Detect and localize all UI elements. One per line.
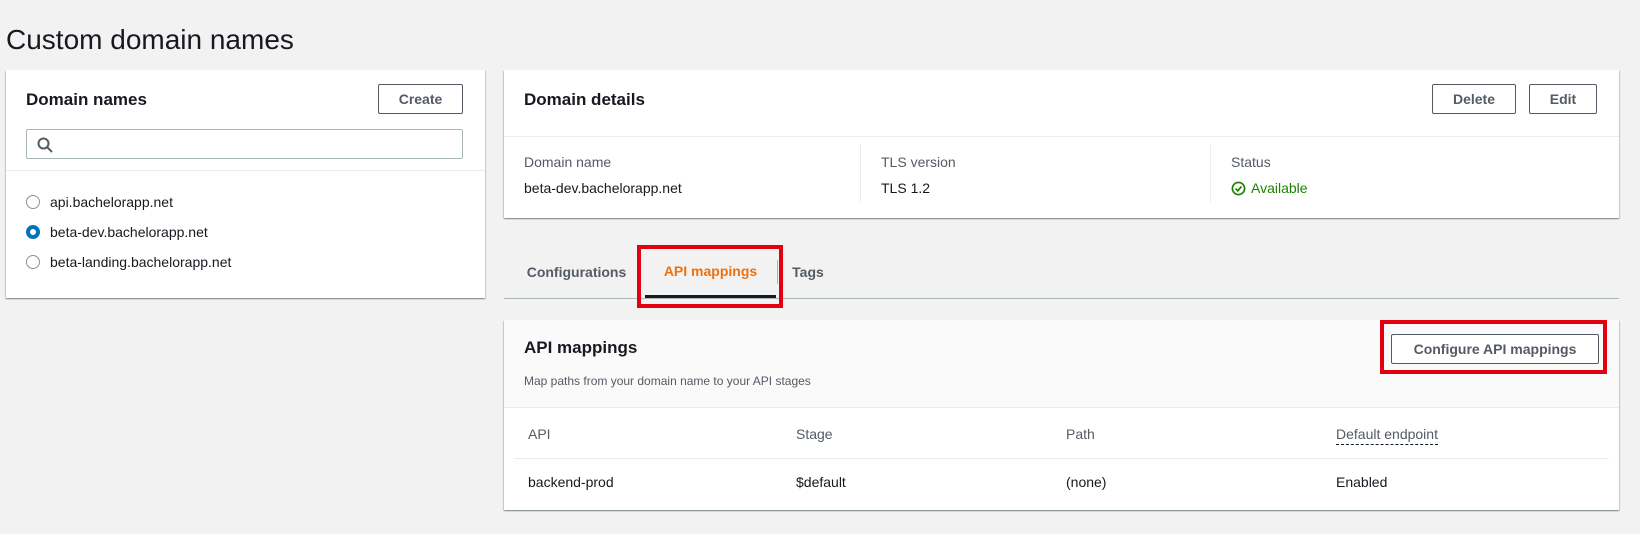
search-icon [37,137,53,153]
domain-name-label: Domain name [524,154,612,170]
search-box[interactable] [26,129,463,159]
tab-tags[interactable]: Tags [783,246,833,298]
domain-name-column: Domain name beta-dev.bachelorapp.net [504,144,860,202]
domain-name-value: beta-dev.bachelorapp.net [524,180,682,196]
domain-item-label: api.bachelorapp.net [50,194,173,210]
tls-version-label: TLS version [881,154,956,170]
column-header-stage: Stage [796,426,833,442]
edit-button[interactable]: Edit [1529,84,1597,114]
column-header-api: API [528,426,551,442]
domain-item-label: beta-landing.bachelorapp.net [50,254,232,270]
radio-button[interactable] [26,255,40,269]
domain-list: api.bachelorapp.net beta-dev.bachelorapp… [26,187,231,277]
domain-names-panel: Domain names Create api.bachelorapp.net … [6,70,485,298]
check-circle-icon [1231,181,1246,195]
path-value: (none) [1066,474,1107,490]
api-mappings-table: API Stage Path Default endpoint backend-… [514,409,1609,507]
status-value: Available [1251,180,1308,196]
tab-api-mappings[interactable]: API mappings [645,246,776,298]
api-mappings-panel: API mappings Map paths from your domain … [504,320,1619,510]
tls-version-column: TLS version TLS 1.2 [860,144,1210,202]
table-header: API Stage Path Default endpoint [514,409,1609,459]
domain-names-heading: Domain names [26,90,147,109]
domain-item-beta-landing[interactable]: beta-landing.bachelorapp.net [26,247,231,277]
configure-api-mappings-button[interactable]: Configure API mappings [1391,334,1599,364]
domain-details-panel: Domain details Delete Edit Domain name b… [504,70,1619,218]
tls-version-value: TLS 1.2 [881,180,931,196]
delete-button[interactable]: Delete [1432,84,1516,114]
table-row: backend-prod $default (none) Enabled [514,459,1609,507]
stage-link[interactable]: $default [796,474,846,490]
api-mappings-description: Map paths from your domain name to your … [524,374,811,388]
domain-item-beta-dev[interactable]: beta-dev.bachelorapp.net [26,217,231,247]
domain-item-label: beta-dev.bachelorapp.net [50,224,208,240]
domain-details-heading: Domain details [524,90,645,109]
create-button[interactable]: Create [378,84,463,114]
domain-details-header: Domain details Delete Edit [504,70,1619,137]
domain-names-header: Domain names Create [6,70,485,171]
tab-bar: Configurations API mappings Tags [504,246,1619,299]
status-column: Status Available [1210,144,1590,202]
radio-button[interactable] [26,195,40,209]
domain-details-columns: Domain name beta-dev.bachelorapp.net TLS… [504,144,1619,202]
api-mappings-header: API mappings Map paths from your domain … [504,320,1619,408]
status-label: Status [1231,154,1271,170]
tab-configurations[interactable]: Configurations [514,246,639,298]
radio-button-selected[interactable] [26,225,40,239]
column-header-default-endpoint[interactable]: Default endpoint [1336,426,1438,445]
api-link[interactable]: backend-prod [528,474,614,490]
tab-divider [777,260,778,284]
default-endpoint-value: Enabled [1336,474,1388,490]
column-header-path: Path [1066,426,1095,442]
api-mappings-heading: API mappings [524,338,638,357]
domain-item-api[interactable]: api.bachelorapp.net [26,187,231,217]
page-title: Custom domain names [6,24,294,55]
search-input[interactable] [61,132,457,156]
status-badge: Available [1231,180,1590,196]
